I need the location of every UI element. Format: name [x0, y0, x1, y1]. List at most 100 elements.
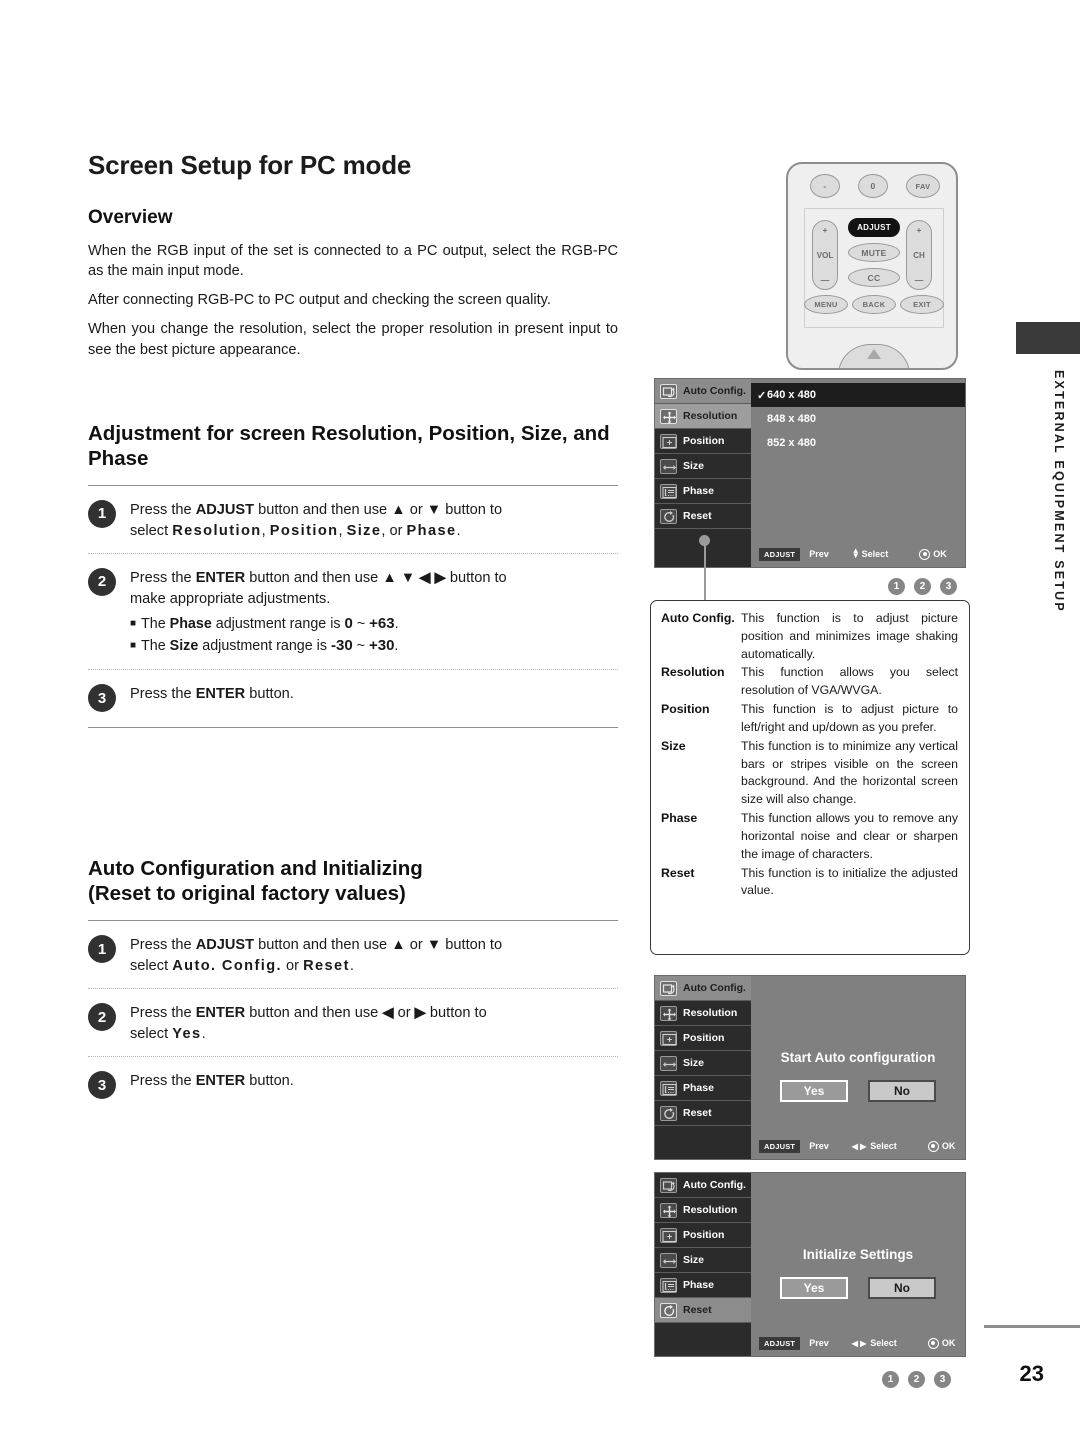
remote-key-adjust[interactable]: ADJUST — [848, 218, 900, 237]
osd-item-auto-config[interactable]: Auto Config. — [655, 1173, 751, 1198]
osd-reset-panel: Initialize Settings Yes No ADJUST Prev ◀… — [751, 1173, 965, 1356]
reset-icon — [660, 1105, 677, 1121]
remote-key-fav[interactable]: FAV — [906, 174, 940, 198]
osd-item-label: Position — [683, 435, 725, 447]
osd-item-resolution[interactable]: Resolution — [655, 1198, 751, 1223]
remote-key-exit[interactable]: EXIT — [900, 295, 944, 314]
step-dot: 1 — [882, 1371, 899, 1388]
osd-item-resolution[interactable]: Resolution — [655, 404, 751, 429]
remote-key-mute[interactable]: MUTE — [848, 243, 900, 262]
osd-auto-config-panel: Start Auto configuration Yes No ADJUST P… — [751, 976, 965, 1159]
remote-vol-plus: + — [822, 225, 828, 235]
osd-reset-menu[interactable]: Auto Config. Resolution Position Size Ph… — [654, 1172, 966, 1357]
osd-item-position[interactable]: Position — [655, 429, 751, 454]
yes-button[interactable]: Yes — [780, 1277, 848, 1299]
description-term: Size — [661, 738, 686, 753]
side-tab-label: EXTERNAL EQUIPMENT SETUP — [1052, 370, 1066, 613]
position-icon — [660, 433, 677, 449]
step-text-line: make appropriate adjustments. — [130, 590, 331, 607]
ok-icon — [927, 1337, 939, 1349]
osd-item-reset[interactable]: Reset — [655, 1298, 751, 1323]
osd-sidebar: Auto Config. Resolution Position Size Ph… — [655, 1173, 751, 1356]
step-badge: 2 — [88, 567, 116, 596]
osd-item-auto-config[interactable]: Auto Config. — [655, 976, 751, 1001]
footer-adjust-key[interactable]: ADJUST — [759, 1336, 801, 1350]
resolution-option[interactable]: 848 x 480 — [751, 407, 965, 431]
remote-key-back[interactable]: BACK — [852, 295, 896, 314]
osd-item-position[interactable]: Position — [655, 1026, 751, 1051]
description-row: Phase This function allows you to remove… — [661, 810, 958, 863]
adjustment-heading: Adjustment for screen Resolution, Positi… — [88, 421, 610, 470]
remote-channel-rocker[interactable]: + CH — — [906, 220, 932, 290]
osd-item-size[interactable]: Size — [655, 1051, 751, 1076]
description-text: This function allows you to remove any h… — [741, 811, 958, 861]
osd-sidebar: Auto Config. Resolution Position Size Ph… — [655, 379, 751, 567]
step-dot: 2 — [914, 578, 931, 595]
osd-item-label: Phase — [683, 485, 714, 497]
step-text-line: select Resolution, Position, Size, or Ph… — [130, 522, 461, 539]
resolution-option-selected[interactable]: ✓ 640 x 480 — [751, 383, 965, 407]
step-badge: 3 — [88, 684, 116, 713]
resolution-option[interactable]: 852 x 480 — [751, 431, 965, 455]
overview-paragraph-2: After connecting RGB-PC to PC output and… — [88, 292, 551, 309]
osd-footer: ADJUST Prev ◀ ▶ Select OK — [751, 1330, 965, 1356]
osd-item-resolution[interactable]: Resolution — [655, 1001, 751, 1026]
no-button[interactable]: No — [868, 1277, 936, 1299]
remote-ch-minus: — — [914, 275, 924, 285]
bullet-size-range: ■ The Size adjustment range is -30 ~ +30. — [130, 637, 399, 655]
osd-item-phase[interactable]: Phase — [655, 1273, 751, 1298]
step-text-line: Press the ADJUST button and then use ▲ o… — [130, 937, 503, 954]
footer-ok-label: OK — [933, 549, 947, 559]
osd-resolution-panel: ✓ 640 x 480 848 x 480 852 x 480 ADJUST P… — [751, 379, 965, 567]
step-dot: 2 — [908, 1371, 925, 1388]
step-text-line: Press the ENTER button and then use ▲ ▼ … — [130, 569, 507, 586]
ok-icon — [927, 1140, 939, 1152]
osd-item-phase[interactable]: Phase — [655, 1076, 751, 1101]
page-number: 23 — [1019, 1361, 1044, 1386]
osd-item-position[interactable]: Position — [655, 1223, 751, 1248]
remote-key-cc[interactable]: CC — [848, 268, 900, 287]
osd-item-reset[interactable]: Reset — [655, 1101, 751, 1126]
remote-ch-plus: + — [916, 225, 922, 235]
osd-item-size[interactable]: Size — [655, 454, 751, 479]
autoconfig-step-2: 2 Press the ENTER button and then use ◀ … — [88, 989, 618, 1047]
bullet-phase-range: ■ The Phase adjustment range is 0 ~ +63. — [130, 614, 399, 632]
osd-item-phase[interactable]: Phase — [655, 479, 751, 504]
footer-ok-label: OK — [941, 1141, 956, 1151]
osd-item-auto-config[interactable]: Auto Config. — [655, 379, 751, 404]
step-dot: 3 — [940, 578, 957, 595]
yes-button[interactable]: Yes — [780, 1080, 848, 1102]
position-icon — [660, 1227, 677, 1243]
osd-resolution-menu[interactable]: Auto Config. Resolution Position Size Ph… — [654, 378, 966, 568]
remote-key-dash[interactable]: - — [810, 174, 840, 198]
footer-adjust-key[interactable]: ADJUST — [759, 547, 801, 561]
resolution-icon — [660, 1005, 677, 1021]
description-term: Position — [661, 702, 710, 717]
remote-vol-label: VOL — [816, 250, 834, 260]
osd-item-label: Position — [683, 1032, 725, 1044]
position-icon — [660, 1030, 677, 1046]
step-text-line: select Auto. Config. or Reset. — [130, 958, 354, 975]
reset-icon — [660, 508, 677, 524]
osd-item-reset[interactable]: Reset — [655, 504, 751, 529]
resolution-option-label: 852 x 480 — [767, 437, 816, 449]
osd-auto-config-menu[interactable]: Auto Config. Resolution Position Size Ph… — [654, 975, 966, 1160]
footer-adjust-key[interactable]: ADJUST — [759, 1139, 801, 1153]
osd-item-size[interactable]: Size — [655, 1248, 751, 1273]
footer-divider — [984, 1325, 1080, 1328]
osd3-step-dots: 1 2 3 — [882, 1371, 951, 1388]
autoconfig-heading-line2: (Reset to original factory values) — [88, 882, 406, 906]
up-down-arrows-icon: ▲ ▼ — [851, 546, 860, 560]
side-tab-marker — [1016, 322, 1080, 354]
remote-dpad[interactable] — [824, 340, 924, 368]
osd-item-label: Size — [683, 460, 705, 472]
remote-key-menu[interactable]: MENU — [804, 295, 848, 314]
remote-volume-rocker[interactable]: + VOL — — [812, 220, 838, 290]
osd-yes-no-buttons: Yes No — [751, 1277, 965, 1299]
adjustment-step-3: 3 Press the ENTER button. — [88, 670, 618, 714]
overview-paragraph-3: When you change the resolution, select t… — [88, 321, 618, 358]
resolution-icon — [660, 1202, 677, 1218]
remote-key-zero[interactable]: 0 — [858, 174, 888, 198]
autoconfig-step-1: 1 Press the ADJUST button and then use ▲… — [88, 921, 618, 979]
no-button[interactable]: No — [868, 1080, 936, 1102]
